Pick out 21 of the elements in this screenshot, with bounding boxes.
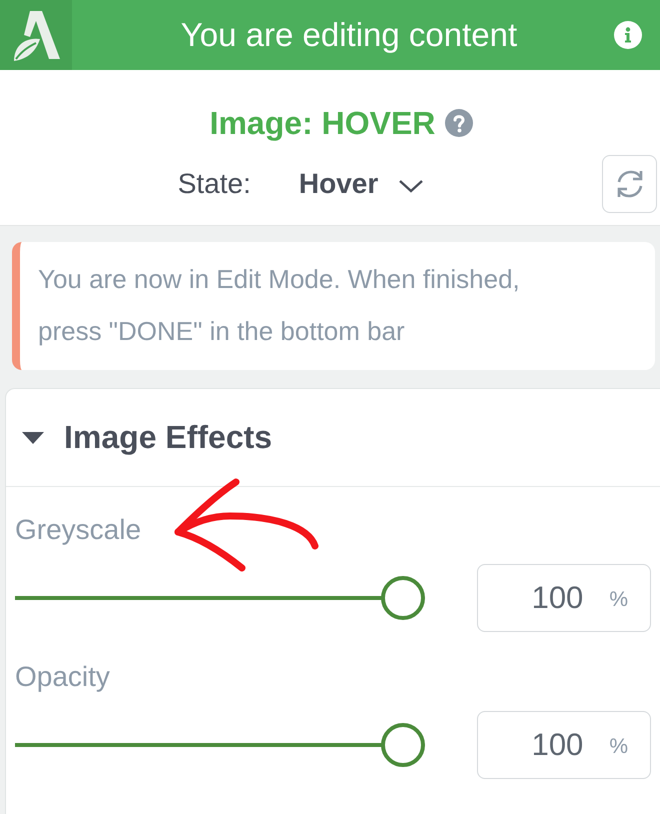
control-label: Opacity — [15, 660, 110, 694]
help-icon[interactable] — [445, 109, 474, 137]
slider-track[interactable] — [15, 723, 425, 767]
slider-track[interactable] — [15, 576, 425, 620]
number-input[interactable]: 100 % — [477, 564, 651, 632]
header-title: You are editing content — [180, 16, 518, 54]
refresh-button[interactable] — [602, 155, 657, 213]
unit-label: % — [609, 588, 628, 612]
control-label: Greyscale — [15, 513, 142, 547]
section-toggle[interactable]: Image Effects — [6, 389, 660, 487]
slider-thumb[interactable] — [381, 576, 425, 620]
state-label: State: — [178, 168, 251, 200]
chevron-down-icon — [398, 179, 424, 193]
caret-icon — [22, 432, 44, 444]
notice-text: You are now in Edit Mode. When finished, press "DONE" in the bottom bar — [38, 263, 521, 348]
state-dropdown[interactable]: Hover — [298, 168, 424, 200]
slider-thumb[interactable] — [381, 723, 425, 767]
element-title: Image: HOVER — [210, 104, 436, 143]
info-icon[interactable] — [614, 21, 642, 49]
number-input[interactable]: 100 % — [477, 711, 651, 779]
unit-label: % — [609, 735, 628, 759]
